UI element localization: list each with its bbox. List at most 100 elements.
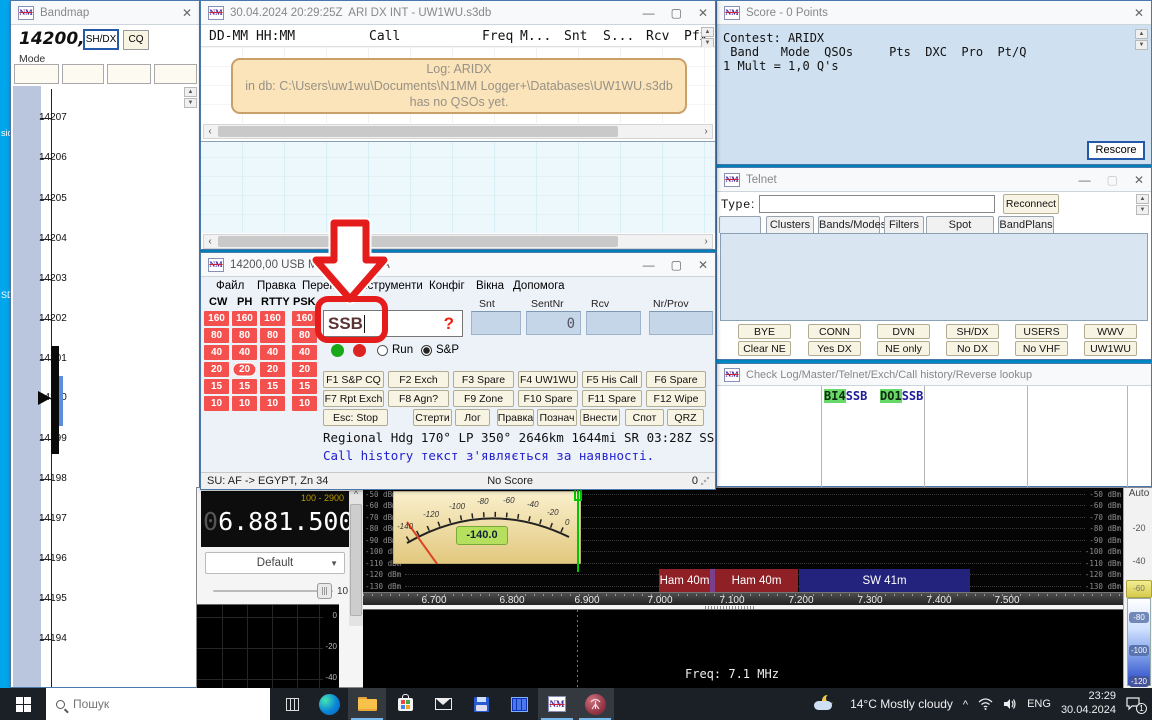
telnet-output-area[interactable] [720,233,1148,321]
rescore-button[interactable]: Rescore [1087,141,1145,160]
sdr-volume-track[interactable] [213,590,333,592]
sdr-frequency-axis[interactable]: 6.700 6.800 6.900 7.000 7.100 7.200 7.30… [363,592,1123,605]
menu-file[interactable]: Файл [216,280,244,292]
task-view-button[interactable] [274,688,310,720]
fkey-f4[interactable]: F4 UW1WU [518,371,578,388]
band-button-cw-80[interactable]: 80 [204,328,229,343]
cq-button[interactable]: CQ [123,30,149,50]
taskbar-logger-button[interactable] [462,688,500,720]
telnet-clear-ne-button[interactable]: Clear NE [738,341,791,356]
bandmap-mode-box[interactable] [107,64,151,84]
fkey-f9[interactable]: F9 Zone [453,390,514,407]
close-icon[interactable]: ✕ [1134,6,1144,20]
telnet-wwv-button[interactable]: WWV [1084,324,1137,339]
band-button-ph-20-selected[interactable]: 20 [232,362,257,377]
sdr-frequency-digits[interactable]: 6.881.500 [218,507,353,536]
telnet-uw1wu-button[interactable]: UW1WU [1084,341,1137,356]
maximize-icon[interactable]: ▢ [671,258,682,272]
taskbar-edge-button[interactable] [310,688,348,720]
tab-cluster-blank[interactable] [719,216,761,233]
weather-text[interactable]: 14°C Mostly cloudy [850,697,953,711]
fkey-f11[interactable]: F11 Spare [582,390,642,407]
log-hscrollbar-top[interactable]: ‹ › [203,124,713,139]
menu-config[interactable]: Конфіг [429,280,465,292]
telnet-shdx-button[interactable]: SH/DX [946,324,999,339]
band-button-psk-160[interactable]: 160 [292,311,317,326]
search-box[interactable] [46,688,270,720]
resize-grip[interactable] [701,477,709,485]
scrollbar-thumb[interactable] [350,504,362,616]
menu-edit[interactable]: Правка [257,280,296,292]
check-callsign[interactable]: DO1SSB [880,389,923,403]
start-button[interactable] [0,688,46,720]
log-pane-previous[interactable] [201,141,715,233]
band-button-ph-160[interactable]: 160 [232,311,257,326]
band-button-ph-40[interactable]: 40 [232,345,257,360]
band-bar-ham40m-1[interactable]: Ham 40m [659,569,710,592]
band-button-rtty-15[interactable]: 15 [260,379,285,394]
band-button-psk-80[interactable]: 80 [292,328,317,343]
band-button-cw-40[interactable]: 40 [204,345,229,360]
menu-tools[interactable]: Інструменти [358,280,423,292]
scrollbar-thumb[interactable] [218,236,618,247]
log-titlebar[interactable]: NM 30.04.2024 20:29:25Z ARI DX INT - UW1… [201,1,715,25]
telnet-bye-button[interactable]: BYE [738,324,791,339]
band-button-ph-10[interactable]: 10 [232,396,257,411]
menu-help[interactable]: Допомога [513,280,565,292]
taskbar-store-button[interactable] [386,688,424,720]
spot-it-button[interactable]: Спот [625,409,664,426]
band-button-ph-15[interactable]: 15 [232,379,257,394]
menu-view[interactable]: Перегляд [302,280,353,292]
sdr-frequency-display[interactable]: 100 - 2900 06.881.500 [201,491,349,547]
log-col-header[interactable]: Rcv [646,29,669,44]
telnet-conn-button[interactable]: CONN [808,324,861,339]
close-icon[interactable]: ✕ [1134,173,1144,187]
fkey-f1[interactable]: F1 S&P CQ [323,371,384,388]
store-button[interactable]: Внести [580,409,620,426]
run-radio[interactable]: Run [377,344,413,356]
tab-clusters[interactable]: Clusters [766,216,814,233]
band-button-rtty-10[interactable]: 10 [260,396,285,411]
scroll-left-icon[interactable]: ‹ [204,235,216,248]
fkey-f3[interactable]: F3 Spare [453,371,514,388]
close-icon[interactable]: ✕ [182,6,192,20]
telnet-no-dx-button[interactable]: No DX [946,341,999,356]
mark-button[interactable]: Познач [537,409,577,426]
red-status-dot[interactable] [353,344,366,357]
menu-windows[interactable]: Вікна [476,280,504,292]
scroll-right-icon[interactable]: › [700,235,712,248]
sp-radio-selected[interactable]: S&P [421,344,459,356]
log-col-header[interactable]: Call [369,29,400,44]
sdr-preset-dropdown[interactable]: Default ▼ [205,552,345,574]
band-button-psk-15[interactable]: 15 [292,379,317,394]
search-input[interactable] [73,697,223,711]
sentnr-field[interactable]: 0 [526,311,581,335]
shdx-button[interactable]: SH/DX [83,29,119,50]
score-spinner[interactable]: ▲▼ [1135,29,1148,50]
band-button-cw-20[interactable]: 20 [204,362,229,377]
bandmap-mode-box[interactable] [154,64,197,84]
weather-icon[interactable] [814,695,840,713]
telnet-ne-only-button[interactable]: NE only [877,341,930,356]
telnet-spinner[interactable]: ▲▼ [1136,194,1149,215]
tab-bandplans[interactable]: BandPlans [998,216,1054,233]
tab-bands-modes[interactable]: Bands/Modes [818,216,880,233]
sdr-volume-handle[interactable] [317,583,332,599]
qrz-button[interactable]: QRZ [667,409,704,426]
fkey-f7[interactable]: F7 Rpt Exch [323,390,384,407]
band-bar-sw41m[interactable]: SW 41m [799,569,970,592]
bandmap-scroll-marker[interactable] [59,376,63,426]
auto-button[interactable]: Auto [1124,488,1152,499]
wifi-icon[interactable] [978,698,993,710]
wipe-button[interactable]: Стерти [413,409,452,426]
log-hscrollbar-bottom[interactable]: ‹ › [203,234,713,249]
band-button-rtty-20[interactable]: 20 [260,362,285,377]
log-col-header[interactable]: S... [603,29,634,44]
minimize-icon[interactable]: — [643,6,655,20]
callsign-field[interactable]: SSB ? [323,310,463,337]
bandmap-titlebar[interactable]: NM Bandmap ✕ [11,1,199,25]
telnet-users-button[interactable]: USERS [1015,324,1068,339]
language-indicator[interactable]: ENG [1027,698,1051,710]
band-button-cw-15[interactable]: 15 [204,379,229,394]
telnet-type-input[interactable] [759,195,995,213]
